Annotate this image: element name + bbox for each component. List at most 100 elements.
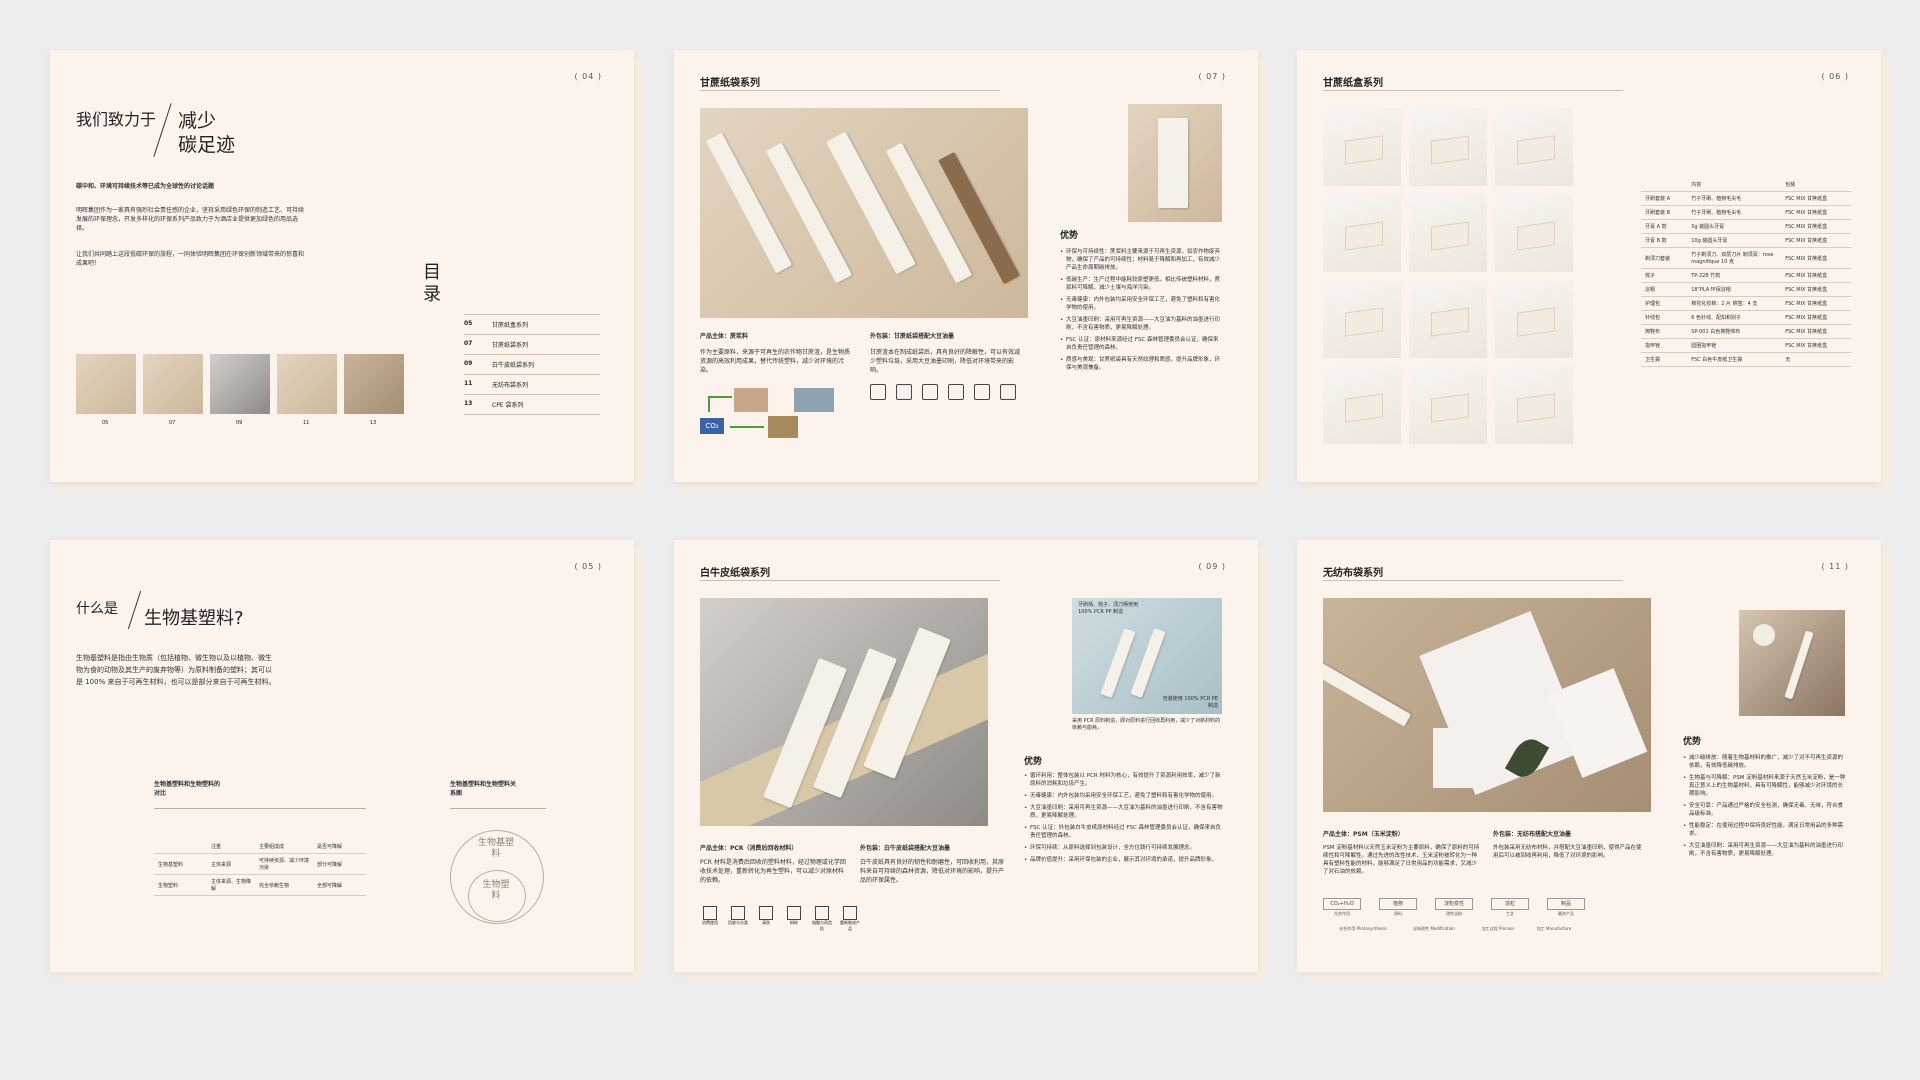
definition-para: 生物基塑料是指由生物质（包括植物、微生物以及以植物、微生物为食的动物及其生产的废… [76,654,276,686]
table-row: 针线包 6 色针线、配扣和别子 FSC MIX 甘蔗纸盒 [1641,310,1851,325]
page-number: ( 09 ) [1198,562,1226,571]
thumbnail[interactable] [210,354,270,414]
product-tile[interactable] [1323,366,1401,444]
text-left: PCR 材料是消费后回收的塑料材料，经过物理或化学回收技术处理，重新转化为再生塑… [700,859,846,884]
question-right: 生物基塑料? [144,608,244,629]
product-tile[interactable] [1409,366,1487,444]
intro-para-2: 让我们共同踏上这段低碳环保的旅程，一同体验明晖集团在环保创新领域带来的惊喜和成果… [76,251,305,267]
table-row: 浴帽 18"PLA 环保浴帽 FSC MIX 甘蔗纸盒 [1641,282,1851,297]
cycle-diagram: CO₂ [700,388,850,448]
page-title: 无纺布袋系列 [1323,568,1383,579]
production-flow: CO₂+H₂O 植物 淀粉变性 造粒 制品 光合作用 原料 改性淀粉 工艺 最终… [1323,898,1593,948]
photo-label-bottom: 包装使用 100% PCR PE 制造 [1162,696,1218,709]
co2-label: CO₂ [700,418,724,434]
advantage-list: 循环利用：整体包装以 PCR 材料为核心，有效提升了资源利用效率，减少了新原料的… [1024,772,1224,868]
product-tile[interactable] [1495,108,1573,186]
product-photo [700,598,988,826]
advantage-heading: 优势 [1683,737,1702,747]
thumbnail[interactable] [76,354,136,414]
page-title: 白牛皮纸袋系列 [700,568,770,579]
page-number: ( 11 ) [1821,562,1849,571]
advantage-list: 减少碳排放：随着生物基材料的推广，减少了对不可再生资源的依赖，有效降低碳排放。 … [1683,754,1847,862]
toc-item[interactable]: 07 甘蔗纸袋系列 [464,334,600,354]
process-icons [870,384,1026,404]
text-left: 作为主要原料，来源于可再生的农作物甘蔗渣，是生物质资源的高效利用成果，替代传统塑… [700,349,851,374]
product-photo-small [1128,104,1222,222]
product-photo [1323,598,1651,812]
heading-left: 我们致力于 [76,110,157,129]
text-left: PSM 淀粉基材料以天然玉米淀粉为主要原料，确保了原料的可持续性和可降解性。通过… [1323,845,1480,875]
text-right: 甘蔗渣本在制成纸袋后，具有良好的降解性，可以有效减少塑料垃圾，采用大豆油墨印刷，… [870,349,1021,374]
caption-left: 产品主体：蔗浆料 [700,333,749,340]
page-05: ( 05 ) 什么是 生物基塑料? 生物基塑料是指由生物质（包括植物、微生物以及… [50,540,634,972]
intro-para-1: 明晖集团作为一家具有强烈社会责任感的企业，坚持采用绿色环保的制造工艺、可持续发展… [76,207,305,232]
toc-item[interactable]: 11 无纺布袋系列 [464,374,600,394]
table-row: 牙膏 B 款 10g 装圆头牙膏 FSC MIX 甘蔗纸盒 [1641,233,1851,248]
table-row: 生物基塑料 主体来源 可持续资源、减少环境污染 部分可降解 [154,853,366,875]
advantage-list: 环保与可持续性：蔗浆料主要来源于可再生资源，如农作物废弃物，确保了产品的可持续性… [1060,248,1224,376]
spread-kraft-bag: 白牛皮纸袋系列 ( 09 ) 牙刷柄、梳子、须刀柄使用 100% PCR PP … [674,540,1266,980]
table-row: 牙刷套装 A 竹子牙刷、植物毛尖毛 FSC MIX 甘蔗纸盒 [1641,191,1851,206]
page-11: 无纺布袋系列 ( 11 ) 产品主体：PSM（玉米淀粉） 外包装：无纺布搭配大豆… [1297,540,1881,972]
photo-label-top: 牙刷柄、梳子、须刀柄使用 100% PCR PP 制造 [1078,602,1139,615]
spec-table: 内容 包装 牙刷套装 A 竹子牙刷、植物毛尖毛 FSC MIX 甘蔗纸盒 牙刷套装 B… [1641,178,1851,367]
table-row: 梳子 TP-228 竹梳 FSC MIX 甘蔗纸盒 [1641,268,1851,283]
product-photo-small: 牙刷柄、梳子、须刀柄使用 100% PCR PP 制造 包装使用 100% PC… [1072,598,1222,714]
venn-inner-label: 生物塑料 [482,880,510,901]
table-row: 擦鞋布 SP-001 白色擦鞋绵布 FSC MIX 甘蔗纸盒 [1641,324,1851,339]
page-number: ( 04 ) [574,72,602,81]
page-number: ( 06 ) [1821,72,1849,81]
flow-step: 淀粉变性 [1435,898,1473,910]
page-06: 甘蔗纸盒系列 ( 06 ) 内容 包装 牙刷套装 A 竹子牙刷、植物毛尖毛 FSC M… [1297,50,1881,482]
thumbnail[interactable] [143,354,203,414]
heading-slash [153,103,172,157]
toc-item[interactable]: 13 CPE 袋系列 [464,394,600,415]
caption-left: 产品主体：PCR（消费后回收材料） [700,845,798,852]
spread-sugarcane-box: 甘蔗纸盒系列 ( 06 ) 内容 包装 牙刷套装 A 竹子牙刷、植物毛尖毛 FSC M… [1297,50,1889,490]
toc-item[interactable]: 05 甘蔗纸盒系列 [464,314,600,334]
spread-sugarcane-bag: 甘蔗纸袋系列 ( 07 ) 产品主体：蔗浆料 外包装：甘蔗纸袋搭配大豆油墨 作为… [674,50,1266,490]
section-right-title: 生物基塑料和生物塑料关系图 [450,781,517,797]
flow-step: 造粒 [1491,898,1529,910]
table-row: 护理包 棉花化妆棉：2 片 棉签：4 支 FSC MIX 甘蔗纸盒 [1641,296,1851,311]
product-tile[interactable] [1409,194,1487,272]
thumbnail[interactable] [277,354,337,414]
table-row: 牙刷套装 B 竹子牙刷、植物毛尖毛 FSC MIX 甘蔗纸盒 [1641,205,1851,220]
product-tile[interactable] [1495,366,1573,444]
product-tile[interactable] [1323,194,1401,272]
product-tile[interactable] [1409,280,1487,358]
page-09: 白牛皮纸袋系列 ( 09 ) 牙刷柄、梳子、须刀柄使用 100% PCR PP … [674,540,1258,972]
toc-item[interactable]: 09 白牛皮纸袋系列 [464,354,600,374]
thumb-label: 09 [236,420,243,426]
intro-bold: 碳中和、环境可持续技术等已成为全球性的讨论话题 [76,183,215,190]
question-left: 什么是 [76,601,118,617]
question-slash [127,590,142,630]
section-left-title: 生物基塑料和生物塑料的对比 [154,781,221,797]
page-04: ( 04 ) 我们致力于 减少 碳足迹 碳中和、环境可持续技术等已成为全球性的讨… [50,50,634,482]
thumb-label: 07 [169,420,176,426]
table-header: 内容 包装 [1641,178,1851,192]
caption-right: 外包装：白牛皮纸袋搭配大豆油墨 [860,845,951,852]
flow-step: 制品 [1547,898,1585,910]
heading-right-1: 减少 [178,110,217,132]
product-tile[interactable] [1409,108,1487,186]
comparison-table: 注重 主要组成成 是否可降解 生物基塑料 主体来源 可持续资源、减少环境污染 部分可降解 … [154,840,366,896]
product-tile[interactable] [1495,280,1573,358]
caption-right: 外包装：甘蔗纸袋搭配大豆油墨 [870,333,955,340]
venn-outer-label: 生物基塑料 [477,838,514,859]
thumbnail[interactable] [344,354,404,414]
flow-step: 植物 [1379,898,1417,910]
thumb-label: 13 [370,420,377,426]
table-row: 生物塑料 主体来源、生物降解 完全依赖生物 全部可降解 [154,874,366,896]
page-number: ( 05 ) [574,562,602,571]
product-tile[interactable] [1323,108,1401,186]
product-tile[interactable] [1323,280,1401,358]
page-title: 甘蔗纸袋系列 [700,78,760,89]
table-header: 注重 主要组成成 是否可降解 [154,840,366,854]
product-tile[interactable] [1495,194,1573,272]
spread-nonwoven-bag: 无纺布袋系列 ( 11 ) 产品主体：PSM（玉米淀粉） 外包装：无纺布搭配大豆… [1297,540,1889,980]
flow-step: CO₂+H₂O [1323,898,1361,910]
page-title: 甘蔗纸盒系列 [1323,78,1383,89]
thumb-label: 05 [102,420,109,426]
advantage-heading: 优势 [1060,231,1079,241]
